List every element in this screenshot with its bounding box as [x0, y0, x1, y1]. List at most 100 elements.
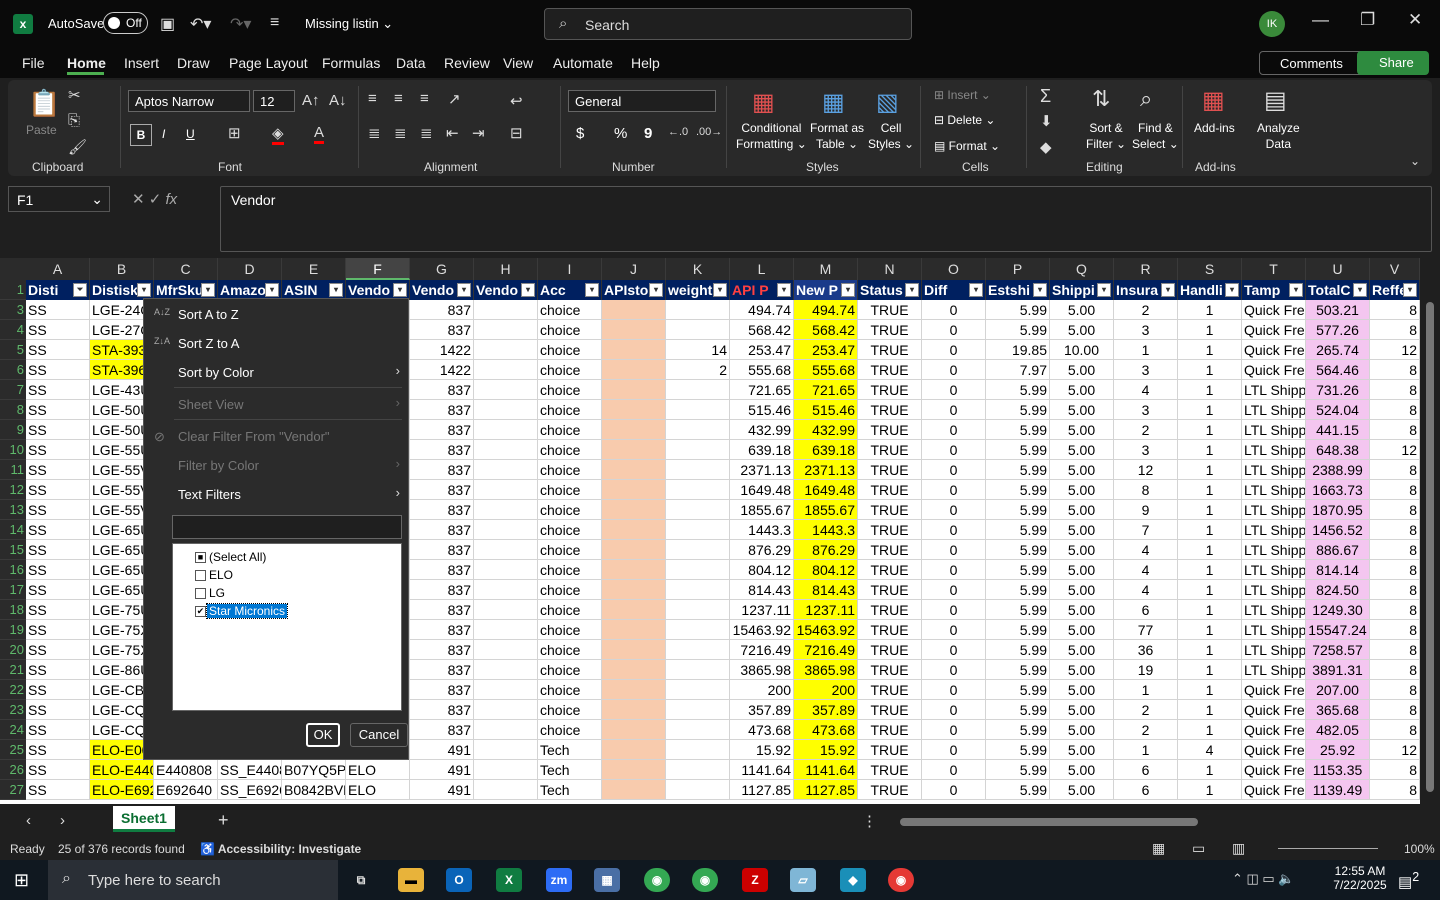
table-cell[interactable]: 5.99 [986, 660, 1050, 680]
table-header-cell[interactable]: API P ▾ [730, 280, 794, 300]
table-cell[interactable]: 36 [1114, 640, 1178, 660]
table-cell[interactable]: TRUE [858, 320, 922, 340]
fill-icon[interactable]: ⬇ [1040, 112, 1053, 130]
table-cell[interactable]: 837 [410, 680, 474, 700]
table-cell[interactable] [602, 580, 666, 600]
align-left-icon[interactable]: ≣ [368, 124, 381, 142]
table-cell[interactable] [666, 400, 730, 420]
merge-center-icon[interactable]: ⊟ [510, 124, 523, 142]
table-cell[interactable]: 5.00 [1050, 760, 1114, 780]
filter-dropdown-icon[interactable]: ▾ [201, 283, 215, 297]
table-cell[interactable] [474, 580, 538, 600]
table-cell[interactable]: 1649.48 [794, 480, 858, 500]
row-header[interactable]: 24 [0, 720, 26, 740]
table-cell[interactable]: SS [26, 400, 90, 420]
table-cell[interactable]: TRUE [858, 780, 922, 800]
row-header[interactable]: 17 [0, 580, 26, 600]
row-header[interactable]: 9 [0, 420, 26, 440]
table-cell[interactable]: 886.67 [1306, 540, 1370, 560]
table-cell[interactable]: 1141.64 [794, 760, 858, 780]
table-cell[interactable]: 5.00 [1050, 540, 1114, 560]
table-cell[interactable]: 503.21 [1306, 300, 1370, 320]
table-cell[interactable]: 721.65 [794, 380, 858, 400]
table-cell[interactable]: 1 [1178, 300, 1242, 320]
table-cell[interactable]: 5.00 [1050, 420, 1114, 440]
task-view-icon[interactable]: ⧉ [348, 868, 374, 892]
table-cell[interactable]: 0 [922, 640, 986, 660]
table-cell[interactable]: 5.00 [1050, 640, 1114, 660]
table-cell[interactable]: SS [26, 660, 90, 680]
close-icon[interactable]: ✕ [1408, 10, 1422, 30]
table-header-cell[interactable]: Disti ⏷ [26, 280, 90, 300]
table-cell[interactable]: 8 [1370, 380, 1420, 400]
table-cell[interactable]: LTL Shippi [1242, 500, 1306, 520]
table-cell[interactable]: 5.00 [1050, 360, 1114, 380]
filter-dropdown-icon[interactable]: ▾ [1353, 283, 1367, 297]
clear-filter[interactable]: Clear Filter From "Vendor" [178, 429, 330, 444]
column-header-k[interactable]: K [666, 258, 730, 280]
paste-button[interactable]: Paste [26, 122, 57, 138]
table-cell[interactable]: choice [538, 520, 602, 540]
table-cell[interactable]: 5.00 [1050, 620, 1114, 640]
table-cell[interactable]: 8 [1370, 660, 1420, 680]
excel-taskbar-icon[interactable]: X [496, 868, 522, 892]
table-cell[interactable]: 837 [410, 460, 474, 480]
conditional-formatting-button[interactable]: Conditional Formatting ⌄ [736, 120, 807, 152]
table-cell[interactable]: 253.47 [794, 340, 858, 360]
table-cell[interactable]: 5.00 [1050, 520, 1114, 540]
table-cell[interactable]: 0 [922, 300, 986, 320]
table-cell[interactable]: 1 [1114, 740, 1178, 760]
table-cell[interactable]: 5.00 [1050, 720, 1114, 740]
table-cell[interactable]: SS [26, 620, 90, 640]
table-cell[interactable]: 837 [410, 380, 474, 400]
table-cell[interactable] [602, 380, 666, 400]
table-cell[interactable]: 5.99 [986, 500, 1050, 520]
taskbar-search-input[interactable]: ⌕ Type here to search [48, 860, 338, 900]
table-cell[interactable] [602, 740, 666, 760]
table-cell[interactable]: 0 [922, 360, 986, 380]
format-as-table-icon[interactable]: ▦ [822, 88, 845, 117]
table-cell[interactable]: 5.00 [1050, 380, 1114, 400]
table-cell[interactable]: SS [26, 520, 90, 540]
table-cell[interactable]: LTL Shippi [1242, 440, 1306, 460]
table-cell[interactable]: 5.00 [1050, 440, 1114, 460]
table-cell[interactable]: 207.00 [1306, 680, 1370, 700]
font-name-select[interactable]: Aptos Narrow [128, 90, 250, 112]
table-cell[interactable]: 6 [1114, 760, 1178, 780]
table-cell[interactable]: 1 [1114, 340, 1178, 360]
filezilla-icon[interactable]: Z [742, 868, 768, 892]
table-cell[interactable]: 1127.85 [730, 780, 794, 800]
table-cell[interactable]: 1 [1178, 380, 1242, 400]
search-input[interactable]: ⌕ Search [544, 8, 912, 40]
table-cell[interactable]: 577.26 [1306, 320, 1370, 340]
chrome-icon[interactable]: ◉ [644, 868, 670, 892]
table-cell[interactable]: 0 [922, 620, 986, 640]
table-cell[interactable] [602, 400, 666, 420]
page-break-icon[interactable]: ▥ [1232, 840, 1245, 857]
tray-icons[interactable]: ⌃ ◫ ▭ 🔈 [1232, 871, 1294, 887]
sort-filter-button[interactable]: Sort & Filter ⌄ [1086, 120, 1126, 152]
table-cell[interactable]: choice [538, 500, 602, 520]
table-cell[interactable]: 19.85 [986, 340, 1050, 360]
table-cell[interactable]: TRUE [858, 600, 922, 620]
table-cell[interactable]: 7.97 [986, 360, 1050, 380]
table-cell[interactable]: 8 [1370, 400, 1420, 420]
table-cell[interactable]: 5.00 [1050, 300, 1114, 320]
table-cell[interactable]: SS [26, 740, 90, 760]
analyze-data-button[interactable]: Analyze Data [1257, 120, 1300, 152]
table-cell[interactable]: SS [26, 780, 90, 800]
table-cell[interactable]: 555.68 [794, 360, 858, 380]
vertical-scrollbar[interactable] [1420, 258, 1440, 804]
table-cell[interactable]: 837 [410, 700, 474, 720]
table-cell[interactable]: 365.68 [1306, 700, 1370, 720]
table-cell[interactable]: 1 [1178, 360, 1242, 380]
table-cell[interactable] [666, 440, 730, 460]
table-cell[interactable]: LTL Shippi [1242, 520, 1306, 540]
formula-input[interactable]: Vendor [220, 186, 1432, 252]
table-cell[interactable]: 2 [1114, 700, 1178, 720]
sheet-view[interactable]: Sheet View [178, 397, 244, 412]
filter-dropdown-icon[interactable]: ▾ [1289, 283, 1303, 297]
table-cell[interactable]: LTL Shippi [1242, 540, 1306, 560]
table-header-cell[interactable]: Tamp ▾ [1242, 280, 1306, 300]
table-cell[interactable] [666, 520, 730, 540]
